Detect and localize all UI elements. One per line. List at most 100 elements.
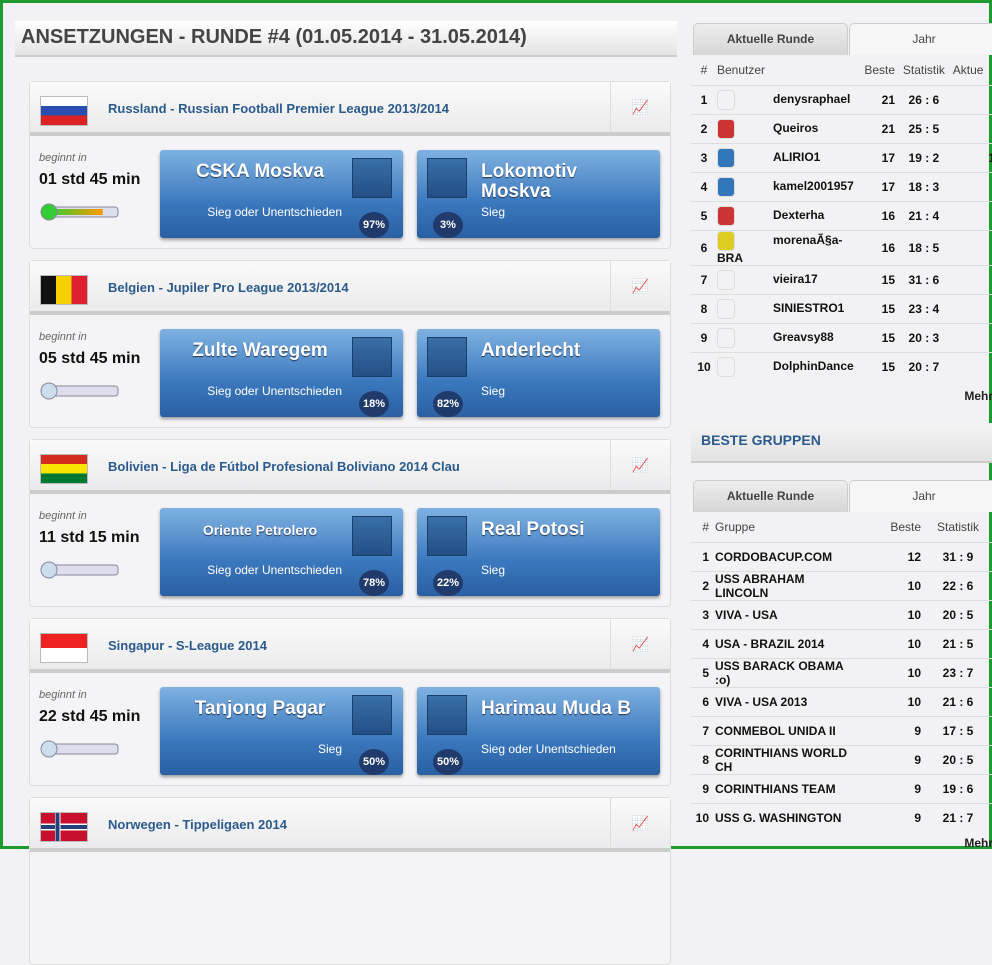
statistic: 21 : 5 xyxy=(921,628,992,658)
table-row[interactable]: 3 ALIRIO1 17 19 : 2 1 xyxy=(691,142,992,172)
countdown: 01 std 45 min xyxy=(39,171,141,188)
username[interactable]: morenaÃ§a-BRA xyxy=(717,233,842,265)
table-row[interactable]: 6 VIVA - USA 2013 10 21 : 6 xyxy=(691,686,992,716)
statistic: 25 : 5 xyxy=(895,113,953,143)
username[interactable]: kamel2001957 xyxy=(773,179,854,193)
table-row[interactable]: 5 USS BARACK OBAMA :o) 10 23 : 7 xyxy=(691,657,992,687)
home-team-button[interactable]: Tanjong Pagar Sieg 50% xyxy=(160,687,403,775)
statistic: 18 : 3 xyxy=(895,171,953,201)
statistics-chart-icon[interactable]: 📈 xyxy=(610,440,670,490)
best: 16 xyxy=(857,229,895,265)
current: 1 xyxy=(952,142,992,172)
username[interactable]: Dexterha xyxy=(773,208,824,222)
match-card: Norwegen - Tippeligaen 2014 📈 xyxy=(29,797,671,965)
table-row[interactable]: 5 Dexterha 16 21 : 4 xyxy=(691,200,992,230)
team-logo xyxy=(427,337,467,377)
statistics-chart-icon[interactable]: 📈 xyxy=(610,619,670,669)
column-header: Benutzer xyxy=(717,62,766,77)
away-team-button[interactable]: Harimau Muda B Sieg oder Unentschieden 5… xyxy=(417,687,660,775)
more-users-link[interactable]: Mehr xyxy=(691,389,992,403)
team-name: Real Potosi xyxy=(481,519,585,540)
username[interactable]: Queiros xyxy=(773,121,818,135)
table-row[interactable]: 1 CORDOBACUP.COM 12 31 : 9 xyxy=(691,541,992,571)
tip-result: Sieg xyxy=(481,384,506,398)
tab-year[interactable]: Jahr xyxy=(849,480,992,512)
page-title: ANSETZUNGEN - RUNDE #4 (01.05.2014 - 31.… xyxy=(15,21,677,57)
table-row[interactable]: 8 SINIESTRO1 15 23 : 4 xyxy=(691,293,992,323)
league-name[interactable]: Bolivien - Liga de Fútbol Profesional Bo… xyxy=(108,459,460,474)
team-name: CSKA Moskva xyxy=(195,161,325,182)
avatar-icon xyxy=(717,205,735,226)
group-name[interactable]: USS BARACK OBAMA :o) xyxy=(715,657,861,687)
username[interactable]: Greavsy88 xyxy=(773,330,834,344)
starts-in-label: beginnt in xyxy=(39,510,87,522)
more-groups-link[interactable]: Mehr xyxy=(691,836,992,850)
table-row[interactable]: 9 CORINTHIANS TEAM 9 19 : 6 xyxy=(691,773,992,803)
best: 17 xyxy=(857,142,895,172)
rank: 9 xyxy=(691,322,717,352)
avatar-icon xyxy=(717,230,735,251)
table-row[interactable]: 1 denysraphael 21 26 : 6 xyxy=(691,84,992,114)
table-row[interactable]: 4 kamel2001957 17 18 : 3 xyxy=(691,171,992,201)
group-name[interactable]: CONMEBOL UNIDA II xyxy=(715,715,861,745)
tab-year[interactable]: Jahr xyxy=(849,23,992,55)
username[interactable]: SINIESTRO1 xyxy=(773,301,844,315)
table-row[interactable]: 3 VIVA - USA 10 20 : 5 xyxy=(691,599,992,629)
current xyxy=(952,264,992,294)
table-row[interactable]: 2 Queiros 21 25 : 5 xyxy=(691,113,992,143)
home-team-button[interactable]: CSKA Moskva Sieg oder Unentschieden 97% xyxy=(160,150,403,238)
starts-in-label: beginnt in xyxy=(39,152,87,164)
away-team-button[interactable]: Anderlecht Sieg 82% xyxy=(417,329,660,417)
tab-current-round[interactable]: Aktuelle Runde xyxy=(693,480,848,512)
league-name[interactable]: Norwegen - Tippeligaen 2014 xyxy=(108,817,287,832)
league-name[interactable]: Russland - Russian Football Premier Leag… xyxy=(108,101,449,116)
group-name[interactable]: CORINTHIANS WORLD CH xyxy=(715,744,861,774)
table-row[interactable]: 4 USA - BRAZIL 2014 10 21 : 5 xyxy=(691,628,992,658)
match-card: Bolivien - Liga de Fútbol Profesional Bo… xyxy=(29,439,671,607)
username[interactable]: vieira17 xyxy=(773,272,818,286)
tip-percentage: 50% xyxy=(433,749,463,775)
table-row[interactable]: 6 morenaÃ§a-BRA 16 18 : 5 xyxy=(691,229,992,265)
best: 9 xyxy=(861,715,921,745)
team-logo xyxy=(352,695,392,735)
statistics-chart-icon[interactable]: 📈 xyxy=(610,798,670,848)
league-name[interactable]: Belgien - Jupiler Pro League 2013/2014 xyxy=(108,280,349,295)
group-name[interactable]: CORINTHIANS TEAM xyxy=(715,773,861,803)
group-name[interactable]: USA - BRAZIL 2014 xyxy=(715,628,861,658)
group-name[interactable]: USS ABRAHAM LINCOLN xyxy=(715,570,861,600)
group-name[interactable]: VIVA - USA 2013 xyxy=(715,686,861,716)
away-team-button[interactable]: Lokomotiv Moskva Sieg 3% xyxy=(417,150,660,238)
statistics-chart-icon[interactable]: 📈 xyxy=(610,82,670,132)
away-team-button[interactable]: Real Potosi Sieg 22% xyxy=(417,508,660,596)
statistic: 17 : 5 xyxy=(921,715,992,745)
tab-current-round[interactable]: Aktuelle Runde xyxy=(693,23,848,55)
belgium-flag-icon xyxy=(40,275,88,305)
rank: 10 xyxy=(691,802,715,832)
column-header: Beste xyxy=(864,62,895,77)
group-name[interactable]: USS G. WASHINGTON xyxy=(715,802,861,832)
table-row[interactable]: 7 vieira17 15 31 : 6 xyxy=(691,264,992,294)
home-team-button[interactable]: Zulte Waregem Sieg oder Unentschieden 18… xyxy=(160,329,403,417)
table-row[interactable]: 10 DolphinDance 15 20 : 7 xyxy=(691,351,992,381)
statistic: 26 : 6 xyxy=(895,84,953,114)
table-row[interactable]: 8 CORINTHIANS WORLD CH 9 20 : 5 xyxy=(691,744,992,774)
group-name[interactable]: CORDOBACUP.COM xyxy=(715,541,861,571)
league-name[interactable]: Singapur - S-League 2014 xyxy=(108,638,267,653)
statistics-chart-icon[interactable]: 📈 xyxy=(610,261,670,311)
table-row[interactable]: 2 USS ABRAHAM LINCOLN 10 22 : 6 xyxy=(691,570,992,600)
table-row[interactable]: 10 USS G. WASHINGTON 9 21 : 7 xyxy=(691,802,992,832)
username[interactable]: ALIRIO1 xyxy=(773,150,820,164)
column-header: # xyxy=(702,519,709,534)
group-name[interactable]: VIVA - USA xyxy=(715,599,861,629)
team-logo xyxy=(427,158,467,198)
rank: 10 xyxy=(691,351,717,381)
username[interactable]: denysraphael xyxy=(773,92,850,106)
table-row[interactable]: 9 Greavsy88 15 20 : 3 xyxy=(691,322,992,352)
table-row[interactable]: 7 CONMEBOL UNIDA II 9 17 : 5 xyxy=(691,715,992,745)
current xyxy=(952,200,992,230)
statistic: 23 : 7 xyxy=(921,657,992,687)
best: 15 xyxy=(857,264,895,294)
home-team-button[interactable]: Oriente Petrolero Sieg oder Unentschiede… xyxy=(160,508,403,596)
username[interactable]: DolphinDance xyxy=(773,359,854,373)
russia-flag-icon xyxy=(40,96,88,126)
